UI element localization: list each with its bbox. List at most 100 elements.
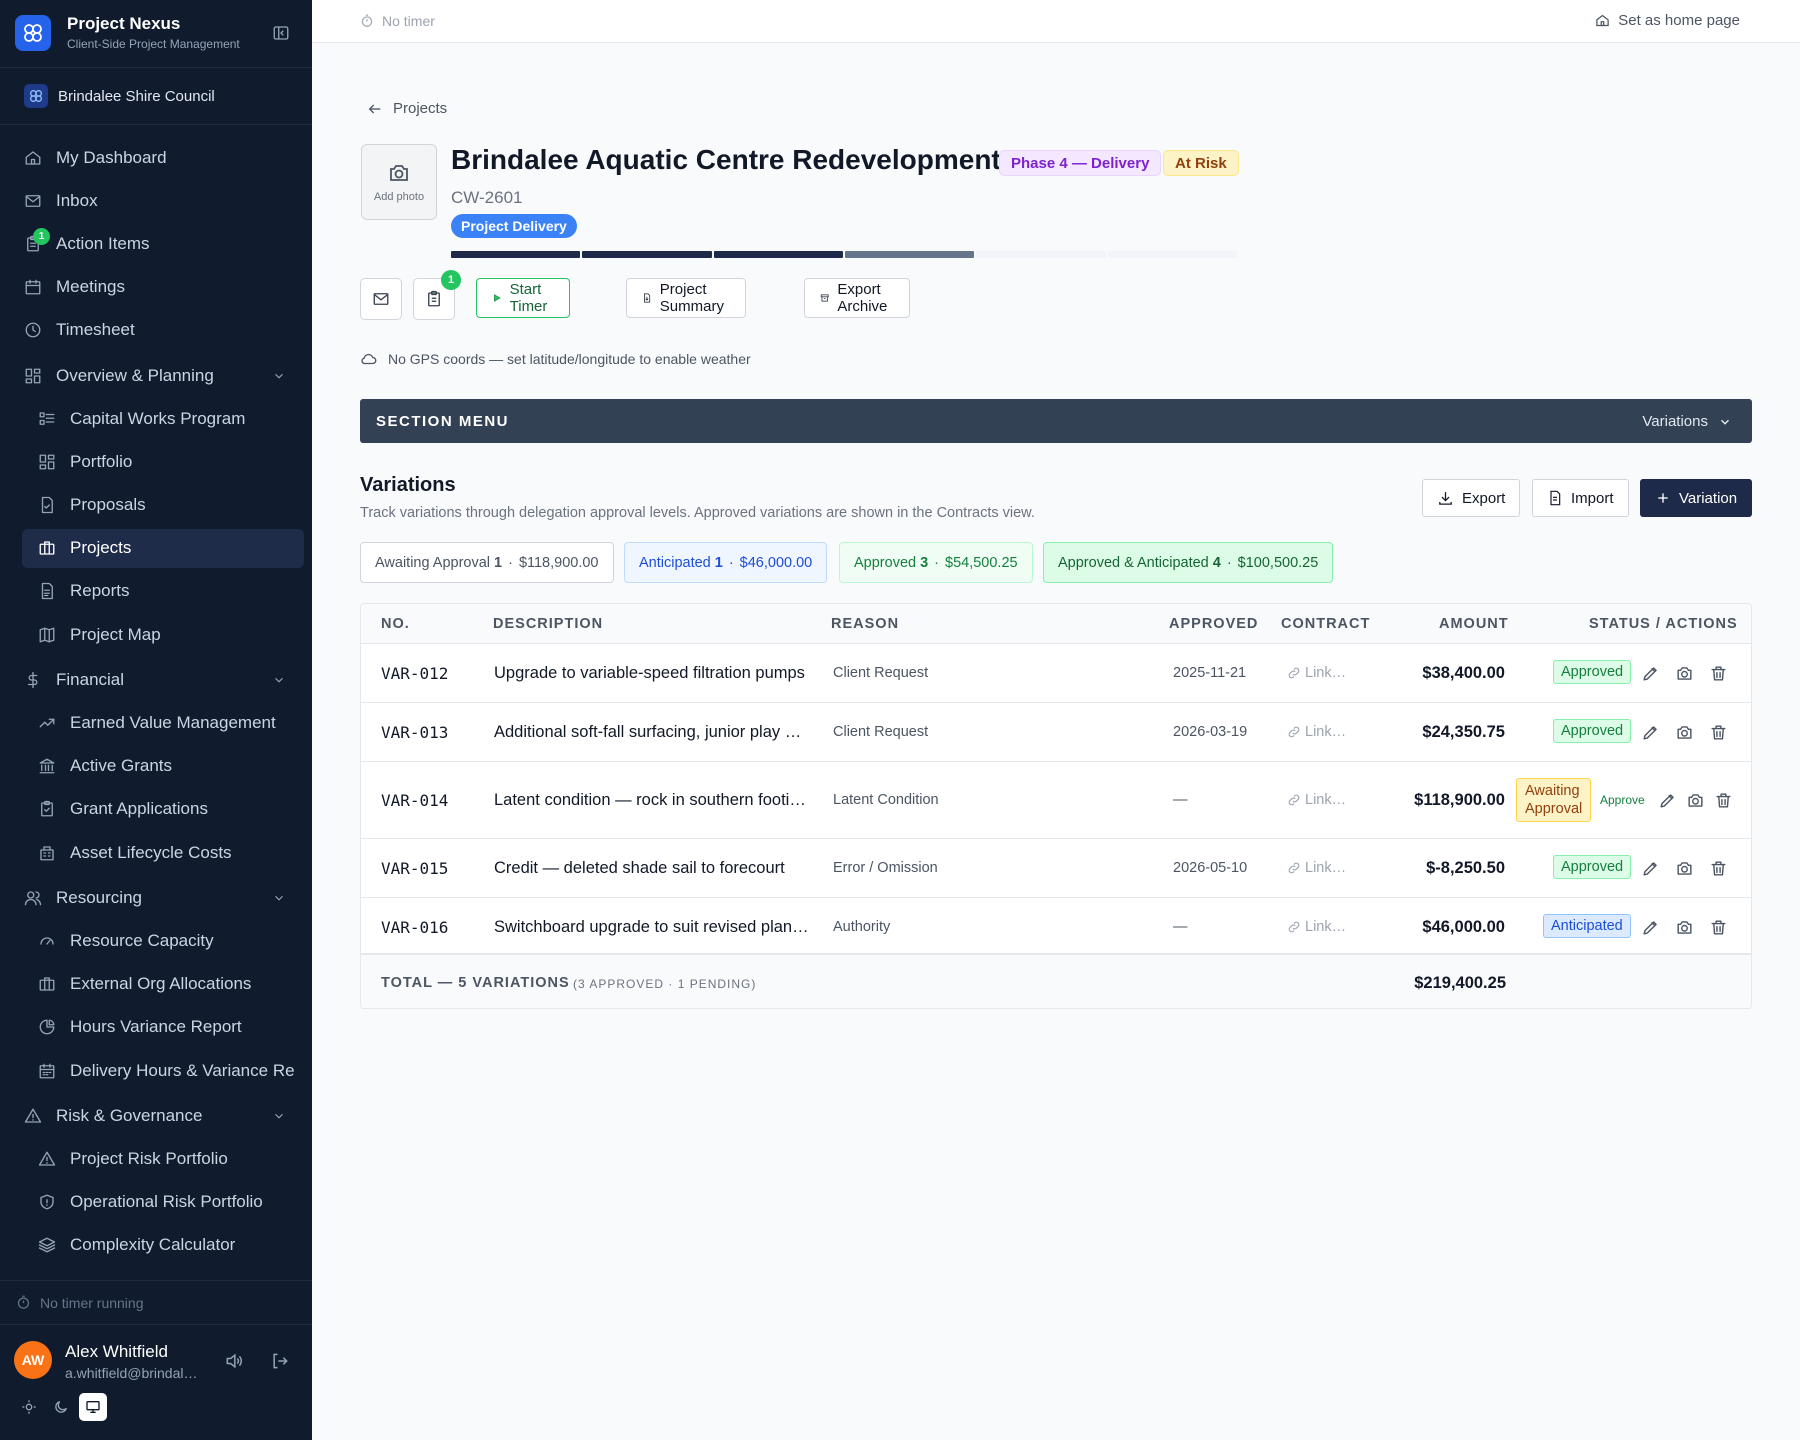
variation-number: VAR-014: [381, 790, 449, 810]
table-row[interactable]: VAR-015 Credit — deleted shade sail to fo…: [361, 839, 1751, 898]
table-row[interactable]: VAR-012 Upgrade to variable-speed filtrat…: [361, 644, 1751, 703]
contract-link[interactable]: Link…: [1287, 665, 1346, 681]
sidebar-item-overview-planning[interactable]: Overview & Planning: [0, 354, 312, 397]
sidebar-item-complexity-calculator[interactable]: Complexity Calculator: [0, 1224, 312, 1267]
filter-chip-anticipated[interactable]: Anticipated 1 · $46,000.00: [624, 542, 828, 583]
contract-link[interactable]: Link…: [1287, 919, 1346, 935]
dark-theme-icon[interactable]: [47, 1393, 75, 1421]
back-to-projects-link[interactable]: Projects: [367, 100, 447, 117]
sidebar-item-meetings[interactable]: Meetings: [0, 266, 312, 309]
approve-button[interactable]: Approve: [1600, 793, 1645, 807]
logout-icon[interactable]: [270, 1351, 290, 1371]
import-button[interactable]: Import: [1532, 479, 1629, 517]
calendar-icon: [24, 278, 42, 296]
col-header-reason[interactable]: REASON: [831, 616, 899, 632]
sidebar-item-my-dashboard[interactable]: My Dashboard: [0, 136, 312, 179]
chevron-down-icon[interactable]: [272, 369, 286, 383]
risk-badge: At Risk: [1163, 150, 1239, 176]
add-photo-button[interactable]: Add photo: [361, 144, 437, 220]
chevron-down-icon[interactable]: [272, 891, 286, 905]
delete-icon[interactable]: [1709, 664, 1728, 683]
sidebar-item-delivery-hours-variance-re[interactable]: Delivery Hours & Variance Re: [0, 1049, 312, 1092]
variations-heading: Variations: [360, 474, 456, 496]
edit-icon[interactable]: [1641, 859, 1660, 878]
project-summary-button[interactable]: Project Summary: [626, 278, 747, 318]
contract-link[interactable]: Link…: [1287, 860, 1346, 876]
archive-icon: [820, 294, 829, 302]
delete-icon[interactable]: [1709, 918, 1728, 937]
sidebar-item-project-map[interactable]: Project Map: [0, 613, 312, 656]
col-header-approved[interactable]: APPROVED: [1169, 616, 1258, 632]
sidebar-item-resource-capacity[interactable]: Resource Capacity: [0, 919, 312, 962]
sidebar-item-active-grants[interactable]: Active Grants: [0, 745, 312, 788]
sidebar-item-operational-risk-portfolio[interactable]: Operational Risk Portfolio: [0, 1181, 312, 1224]
table-row[interactable]: VAR-016 Switchboard upgrade to suit revis…: [361, 898, 1751, 957]
camera-icon[interactable]: [1675, 664, 1694, 683]
edit-icon[interactable]: [1641, 664, 1660, 683]
filter-chip-approved-anticipated[interactable]: Approved & Anticipated 4 · $100,500.25: [1043, 542, 1334, 583]
add-variation-button[interactable]: Variation: [1640, 479, 1753, 517]
sidebar-item-proposals[interactable]: Proposals: [0, 484, 312, 527]
export-button[interactable]: Export: [1422, 479, 1521, 517]
table-row[interactable]: VAR-013 Additional soft-fall surfacing, j…: [361, 703, 1751, 762]
chevron-down-icon[interactable]: [272, 1109, 286, 1123]
camera-icon[interactable]: [1675, 918, 1694, 937]
filter-chip-approved[interactable]: Approved 3 · $54,500.25: [839, 542, 1033, 583]
approved-date: —: [1173, 918, 1188, 935]
collapse-sidebar-icon[interactable]: [272, 24, 290, 42]
variation-amount: $46,000.00: [1422, 917, 1505, 936]
sidebar-item-resourcing[interactable]: Resourcing: [0, 876, 312, 919]
link-icon: [1288, 667, 1300, 678]
set-home-page-link[interactable]: Set as home page: [1595, 12, 1740, 29]
email-button[interactable]: [360, 278, 402, 320]
camera-icon[interactable]: [1675, 723, 1694, 742]
sidebar-item-earned-value-management[interactable]: Earned Value Management: [0, 701, 312, 744]
sidebar-item-reports[interactable]: Reports: [0, 570, 312, 613]
col-header-amount[interactable]: AMOUNT: [1439, 616, 1509, 632]
variation-reason: Client Request: [833, 664, 929, 681]
system-theme-icon[interactable]: [79, 1393, 107, 1421]
edit-icon[interactable]: [1641, 723, 1660, 742]
light-theme-icon[interactable]: [15, 1393, 43, 1421]
delete-icon[interactable]: [1709, 859, 1728, 878]
sidebar-item-projects[interactable]: Projects: [0, 527, 312, 570]
sidebar-item-capital-works-program[interactable]: Capital Works Program: [0, 397, 312, 440]
sidebar-item-inbox[interactable]: Inbox: [0, 179, 312, 222]
edit-icon[interactable]: [1658, 791, 1677, 810]
sidebar-item-asset-lifecycle-costs[interactable]: Asset Lifecycle Costs: [0, 831, 312, 874]
delete-icon[interactable]: [1714, 791, 1733, 810]
organization-switcher[interactable]: Brindalee Shire Council: [0, 69, 312, 125]
sidebar-item-hours-variance-report[interactable]: Hours Variance Report: [0, 1006, 312, 1049]
sidebar-item-timesheet[interactable]: Timesheet: [0, 309, 312, 352]
sidebar-item-label: Grant Applications: [70, 799, 208, 819]
col-header-contract[interactable]: CONTRACT: [1281, 616, 1370, 632]
section-menu[interactable]: SECTION MENU Variations: [360, 399, 1752, 443]
contract-link[interactable]: Link…: [1287, 724, 1346, 740]
table-row[interactable]: VAR-014 Latent condition — rock in southe…: [361, 762, 1751, 839]
contract-link[interactable]: Link…: [1287, 792, 1346, 808]
speaker-icon[interactable]: [224, 1351, 244, 1371]
start-timer-button[interactable]: Start Timer: [476, 278, 570, 318]
sidebar-item-grant-applications[interactable]: Grant Applications: [0, 788, 312, 831]
link-icon: [1288, 726, 1300, 737]
avatar[interactable]: AW: [14, 1341, 52, 1379]
sidebar-item-action-items[interactable]: Action Items 1: [0, 222, 312, 265]
action-items-button[interactable]: 1: [413, 270, 461, 320]
chip-label: Anticipated: [639, 554, 711, 571]
col-header-no[interactable]: NO.: [381, 616, 410, 632]
section-menu-select[interactable]: Variations: [1642, 413, 1732, 430]
filter-chip-awaiting[interactable]: Awaiting Approval 1 · $118,900.00: [360, 542, 614, 583]
sidebar-item-external-org-allocations[interactable]: External Org Allocations: [0, 963, 312, 1006]
chevron-down-icon[interactable]: [272, 673, 286, 687]
sidebar-item-portfolio[interactable]: Portfolio: [0, 440, 312, 483]
export-archive-button[interactable]: Export Archive: [804, 278, 911, 318]
sidebar-item-financial[interactable]: Financial: [0, 658, 312, 701]
delete-icon[interactable]: [1709, 723, 1728, 742]
edit-icon[interactable]: [1641, 918, 1660, 937]
sidebar-item-label: Project Map: [70, 624, 161, 644]
sidebar-item-risk-governance[interactable]: Risk & Governance: [0, 1094, 312, 1137]
camera-icon[interactable]: [1675, 859, 1694, 878]
camera-icon[interactable]: [1686, 791, 1705, 810]
col-header-description[interactable]: DESCRIPTION: [493, 616, 603, 632]
sidebar-item-project-risk-portfolio[interactable]: Project Risk Portfolio: [0, 1137, 312, 1180]
